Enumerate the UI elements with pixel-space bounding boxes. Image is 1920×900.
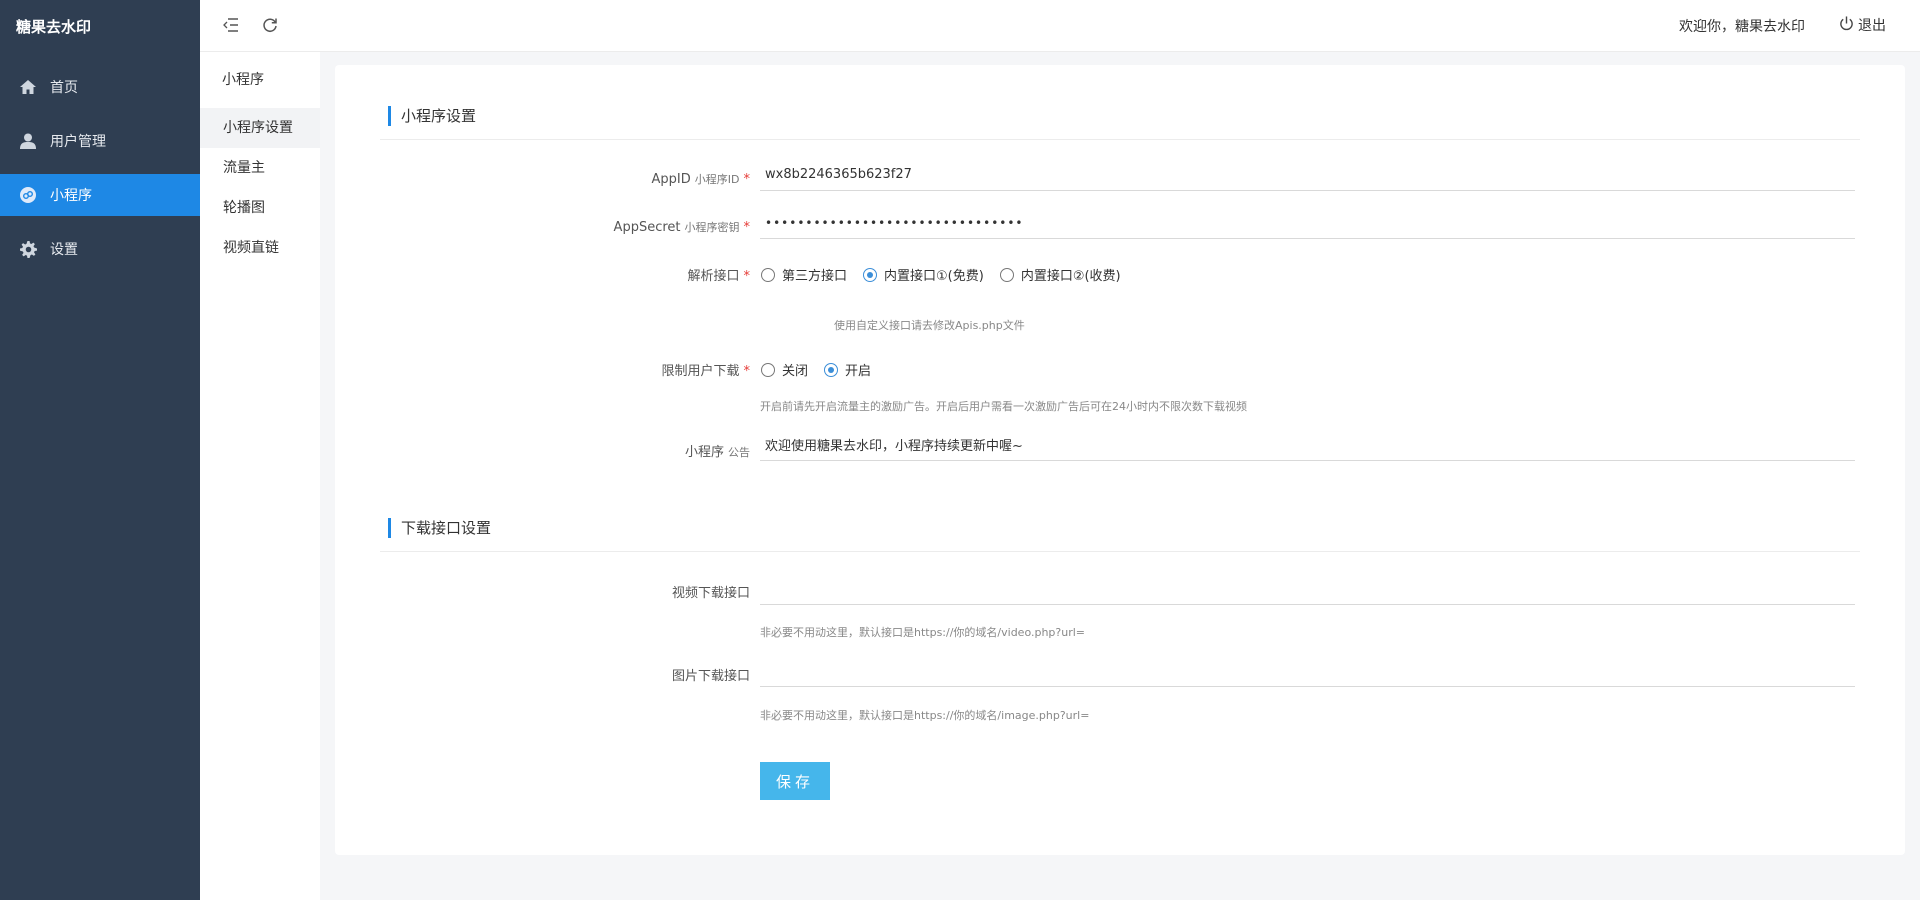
divider bbox=[380, 551, 1860, 552]
radio-circle[interactable] bbox=[761, 362, 775, 377]
appid-input[interactable] bbox=[760, 159, 1855, 191]
submenu-item-video-link[interactable]: 视频直链 bbox=[200, 228, 320, 268]
notice-input[interactable] bbox=[760, 429, 1855, 461]
menu-fold-icon[interactable] bbox=[220, 14, 242, 36]
video-api-hint: 非必要不用动这里，默认接口是https://你的域名/video.php?url… bbox=[760, 626, 1086, 639]
notice-label: 小程序 公告 bbox=[684, 445, 750, 460]
top-header: 欢迎你，糖果去水印 退出 bbox=[200, 0, 1920, 52]
image-api-label: 图片下载接口 bbox=[671, 669, 750, 684]
appid-label: AppID 小程序ID * bbox=[651, 172, 750, 187]
sidebar-item-label: 小程序 bbox=[50, 188, 92, 204]
appsecret-label: AppSecret 小程序密钥 * bbox=[613, 220, 750, 235]
submenu-item-settings[interactable]: 小程序设置 bbox=[200, 108, 320, 148]
sidebar-item-label: 用户管理 bbox=[50, 134, 106, 150]
settings-card: 小程序设置 AppID小程序ID* AppSecret小程序密钥* 解析接口* … bbox=[335, 65, 1905, 855]
api-radio-group: 第三方接口 内置接口①(免费) 内置接口②(收费) bbox=[761, 265, 1137, 284]
limit-hint: 开启前请先开启流量主的激励广告。开启后用户需看一次激励广告后可在24小时内不限次… bbox=[760, 400, 1247, 413]
limit-option-on[interactable]: 开启 bbox=[824, 360, 871, 379]
sidebar-item-home[interactable]: 首页 bbox=[0, 66, 200, 108]
sidebar-item-users[interactable]: 用户管理 bbox=[0, 120, 200, 162]
limit-radio-group: 关闭 开启 bbox=[761, 360, 887, 379]
api-option-builtin-paid[interactable]: 内置接口②(收费) bbox=[999, 265, 1121, 284]
limit-label: 限制用户下载 * bbox=[661, 364, 750, 379]
sidebar-item-miniprogram[interactable]: 小程序 bbox=[0, 174, 200, 216]
sidebar: 糖果去水印 首页 用户管理 小程序 设置 bbox=[0, 0, 200, 900]
sidebar-item-label: 设置 bbox=[50, 242, 78, 258]
submenu-item-traffic[interactable]: 流量主 bbox=[200, 148, 320, 188]
limit-option-off[interactable]: 关闭 bbox=[761, 360, 808, 379]
image-api-input[interactable] bbox=[760, 655, 1855, 687]
brand-title: 糖果去水印 bbox=[16, 18, 92, 36]
sidebar-item-settings[interactable]: 设置 bbox=[0, 228, 200, 270]
radio-circle[interactable] bbox=[761, 267, 775, 282]
sidebar-item-label: 首页 bbox=[50, 80, 78, 96]
user-icon bbox=[18, 131, 38, 151]
save-button[interactable]: 保存 bbox=[760, 762, 830, 800]
video-api-input[interactable] bbox=[760, 573, 1855, 605]
radio-circle-checked[interactable] bbox=[824, 362, 839, 377]
radio-circle-checked[interactable] bbox=[863, 267, 878, 282]
api-label: 解析接口 * bbox=[687, 269, 750, 284]
gear-icon bbox=[18, 239, 38, 259]
section-title-miniprogram: 小程序设置 bbox=[388, 106, 476, 126]
image-api-hint: 非必要不用动这里，默认接口是https://你的域名/image.php?url… bbox=[760, 709, 1090, 722]
logout-button[interactable]: 退出 bbox=[1839, 15, 1886, 35]
submenu-item-carousel[interactable]: 轮播图 bbox=[200, 188, 320, 228]
submenu: 小程序 小程序设置 流量主 轮播图 视频直链 bbox=[200, 52, 320, 900]
power-icon bbox=[1839, 15, 1858, 35]
home-icon bbox=[18, 77, 38, 97]
logout-label: 退出 bbox=[1858, 18, 1886, 34]
welcome-text: 欢迎你，糖果去水印 bbox=[1679, 19, 1805, 35]
api-option-builtin-free[interactable]: 内置接口①(免费) bbox=[863, 265, 984, 284]
radio-circle[interactable] bbox=[999, 267, 1014, 282]
appsecret-input[interactable] bbox=[760, 207, 1855, 239]
video-api-label: 视频下载接口 bbox=[671, 586, 750, 601]
submenu-title: 小程序 bbox=[222, 72, 264, 88]
section-title-download: 下载接口设置 bbox=[388, 518, 491, 538]
refresh-icon[interactable] bbox=[259, 14, 281, 36]
divider bbox=[380, 139, 1860, 140]
api-option-thirdparty[interactable]: 第三方接口 bbox=[761, 265, 847, 284]
miniprogram-icon bbox=[18, 185, 38, 205]
api-hint: 使用自定义接口请去修改Apis.php文件 bbox=[834, 319, 1025, 332]
